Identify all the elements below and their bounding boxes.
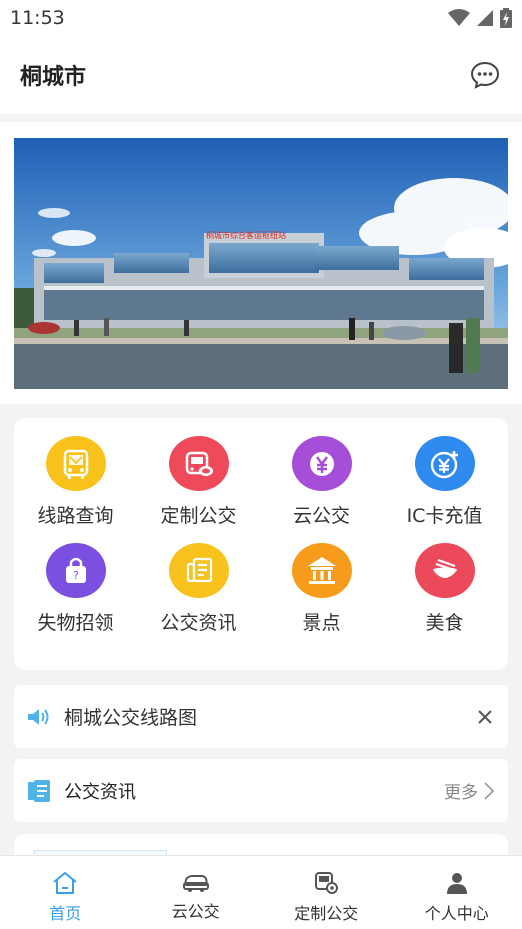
feature-label: 云公交 (292, 505, 350, 527)
bus-icon (182, 875, 209, 892)
pavilion-icon (291, 543, 352, 598)
nav-cloud-bus[interactable]: 云公交 (131, 856, 262, 929)
chevron-right-icon (484, 781, 494, 800)
home-icon (53, 872, 77, 894)
feature-label: IC卡充值 (406, 505, 483, 527)
feature-ic-recharge[interactable]: IC卡充值 (383, 418, 506, 528)
nav-label: 云公交 (171, 902, 220, 921)
more-label: 更多 (444, 783, 478, 803)
feature-label: 定制公交 (160, 505, 237, 527)
close-icon (478, 709, 492, 724)
custom-bus-icon (168, 436, 229, 491)
food-bowl-icon (414, 543, 475, 598)
feature-label: 景点 (302, 612, 341, 634)
bus-route-icon (45, 436, 106, 491)
banner-image[interactable]: 桐城市综合客运枢纽站 (14, 138, 508, 389)
banner-sign: 桐城市综合客运枢纽站 (206, 230, 286, 240)
news-icon (28, 779, 50, 802)
status-icons (448, 8, 512, 28)
nav-profile[interactable]: 个人中心 (392, 856, 522, 929)
news-title: 公交资讯 (64, 781, 136, 803)
feature-scenic[interactable]: 景点 (260, 525, 383, 635)
feature-custom-bus[interactable]: 定制公交 (137, 418, 260, 528)
signal-icon (477, 10, 493, 26)
user-icon (446, 873, 467, 894)
news-section-header: 公交资讯 更多 (14, 759, 508, 822)
status-bar: 11:53 (0, 0, 522, 36)
custom-bus-icon (315, 872, 339, 894)
status-time: 11:53 (10, 7, 65, 29)
nav-custom-bus[interactable]: 定制公交 (261, 856, 392, 929)
close-button[interactable] (474, 706, 496, 728)
news-doc-icon (168, 543, 229, 598)
feature-cloud-bus[interactable]: 云公交 (260, 418, 383, 528)
feature-grid: 线路查询 定制公交 云公交 IC卡充值 ? 失物招领 公交资讯 景点 美食 (14, 418, 508, 670)
lost-bag-icon: ? (45, 543, 106, 598)
station-illustration: 桐城市综合客运枢纽站 (14, 138, 508, 389)
message-button[interactable] (470, 60, 500, 90)
wifi-icon (448, 9, 470, 26)
card-recharge-icon (414, 436, 475, 491)
feature-label: 公交资讯 (160, 612, 237, 634)
nav-label: 定制公交 (294, 904, 359, 923)
battery-icon (500, 8, 512, 28)
chat-bubble-icon (470, 61, 500, 89)
bottom-nav: 首页 云公交 定制公交 个人中心 (0, 855, 522, 929)
feature-food[interactable]: 美食 (383, 525, 506, 635)
page-title: 桐城市 (20, 65, 87, 90)
banner-section: 桐城市综合客运枢纽站 (0, 122, 522, 404)
yen-coin-icon (291, 436, 352, 491)
speaker-icon (28, 708, 49, 725)
notice-bar[interactable]: 桐城公交线路图 (14, 685, 508, 748)
app-header: 桐城市 (0, 36, 522, 114)
feature-label: 失物招领 (37, 612, 114, 634)
feature-label: 线路查询 (37, 505, 114, 527)
feature-label: 美食 (425, 612, 464, 634)
feature-lost-found[interactable]: ? 失物招领 (14, 525, 137, 635)
feature-bus-news[interactable]: 公交资讯 (137, 525, 260, 635)
feature-route-query[interactable]: 线路查询 (14, 418, 137, 528)
nav-label: 个人中心 (424, 904, 489, 923)
svg-text:?: ? (73, 569, 79, 582)
nav-home[interactable]: 首页 (0, 856, 131, 929)
nav-label: 首页 (49, 904, 82, 923)
more-button[interactable]: 更多 (444, 778, 494, 803)
notice-text[interactable]: 桐城公交线路图 (64, 703, 474, 730)
